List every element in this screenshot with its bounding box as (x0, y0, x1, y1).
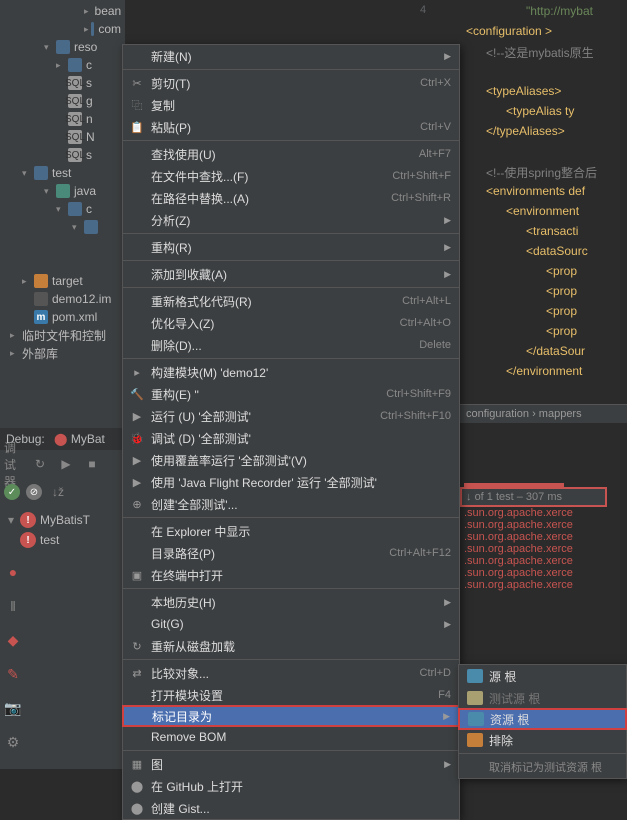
tree-item[interactable]: SQLs (0, 146, 125, 164)
menu-item[interactable]: 本地历史(H)▶ (123, 591, 459, 613)
console-line: .sun.org.apache.xerce (460, 507, 627, 519)
menu-item[interactable]: 添加到收藏(A)▶ (123, 263, 459, 285)
menu-item[interactable]: ▶运行 (U) '全部测试'Ctrl+Shift+F10 (123, 405, 459, 427)
code-editor[interactable]: "http://mybat<configuration ><!--这是mybat… (460, 0, 627, 405)
console-line: .sun.org.apache.xerce (460, 531, 627, 543)
menu-item[interactable]: ▶使用 'Java Flight Recorder' 运行 '全部测试' (123, 471, 459, 493)
test-results-tree[interactable]: ▾!MyBatisT!test (0, 506, 125, 554)
menu-item[interactable]: 在 Explorer 中显示 (123, 520, 459, 542)
menu-item[interactable]: ⊕创建'全部测试'... (123, 493, 459, 515)
camera-icon[interactable]: 📷 (4, 700, 22, 718)
menu-item[interactable]: 查找使用(U)Alt+F7 (123, 143, 459, 165)
tree-item[interactable]: ▾java (0, 182, 125, 200)
line-number: 4 (420, 4, 426, 16)
tree-item[interactable]: SQLN (0, 128, 125, 146)
menu-item[interactable]: 重新格式化代码(R)Ctrl+Alt+L (123, 290, 459, 312)
submenu-item[interactable]: 源 根 (459, 665, 626, 687)
submenu-hint[interactable]: 取消标记为测试资源 根 (459, 756, 626, 778)
debug-panel: Debug: ⬤ MyBat 调试器 ↻ ▶ ■ ✓ ⊘ ↓ž ▾!MyBati… (0, 428, 125, 554)
menu-item[interactable]: 📋粘贴(P)Ctrl+V (123, 116, 459, 138)
menu-item[interactable]: ↻重新从磁盘加载 (123, 635, 459, 657)
menu-item[interactable]: 目录路径(P)Ctrl+Alt+F12 (123, 542, 459, 564)
console-line: .sun.org.apache.xerce (460, 567, 627, 579)
settings-icon[interactable]: ⚙ (4, 734, 22, 752)
edit-icon[interactable]: ✎ (4, 666, 22, 684)
tree-item[interactable]: mpom.xml (0, 308, 125, 326)
submenu-item[interactable]: 排除 (459, 729, 626, 751)
menu-item[interactable]: 重构(R)▶ (123, 236, 459, 258)
ignore-filter-icon[interactable]: ⊘ (26, 484, 42, 500)
reload-icon[interactable]: ↻ (30, 454, 50, 474)
submenu-item[interactable]: 测试源 根 (459, 687, 626, 709)
tree-item[interactable]: SQLs (0, 74, 125, 92)
mark-directory-submenu: 源 根测试源 根资源 根排除取消标记为测试资源 根 (458, 664, 627, 779)
pause-icon[interactable]: ‖ (4, 598, 22, 616)
console-line: .sun.org.apache.xerce (460, 543, 627, 555)
tree-item[interactable]: SQLn (0, 110, 125, 128)
tree-item[interactable]: ▸bean (0, 2, 125, 20)
menu-item[interactable]: ⬤在 GitHub 上打开 (123, 775, 459, 797)
fail-icon: ! (20, 532, 36, 548)
menu-item[interactable]: ✂剪切(T)Ctrl+X (123, 72, 459, 94)
menu-item[interactable]: Git(G)▶ (123, 613, 459, 635)
tree-item[interactable]: ▾c (0, 200, 125, 218)
tree-item[interactable]: ▾test (0, 164, 125, 182)
marker-icon[interactable]: ◆ (4, 632, 22, 650)
tree-item[interactable]: ▸com (0, 20, 125, 38)
menu-item[interactable]: 🔨重构(E) ''Ctrl+Shift+F9 (123, 383, 459, 405)
console-line: .sun.org.apache.xerce (460, 579, 627, 591)
menu-item[interactable]: 新建(N)▶ (123, 45, 459, 67)
pass-filter-icon[interactable]: ✓ (4, 484, 20, 500)
menu-item[interactable]: Remove BOM (123, 726, 459, 748)
test-result-item[interactable]: ▾!MyBatisT (4, 510, 121, 530)
test-summary: ↓ of 1 test – 307 ms (460, 487, 607, 507)
debug-tab[interactable]: 调试器 (4, 454, 24, 474)
menu-item[interactable]: 标记目录为▶ (122, 705, 460, 727)
left-gutter-icons: ● ‖ ◆ ✎ 📷 ⚙ (0, 560, 24, 756)
tree-item[interactable]: ▸target (0, 272, 125, 290)
menu-item[interactable]: ⬤创建 Gist... (123, 797, 459, 819)
console-line: .sun.org.apache.xerce (460, 555, 627, 567)
breakpoint-icon[interactable]: ● (4, 564, 22, 582)
menu-item[interactable]: 分析(Z)▶ (123, 209, 459, 231)
menu-item[interactable]: 优化导入(Z)Ctrl+Alt+O (123, 312, 459, 334)
menu-item[interactable]: ▣在终端中打开 (123, 564, 459, 586)
test-result-item[interactable]: !test (4, 530, 121, 550)
context-menu: 新建(N)▶ ✂剪切(T)Ctrl+X⿻复制📋粘贴(P)Ctrl+V 查找使用(U)… (122, 44, 460, 820)
tree-item[interactable]: ▾reso (0, 38, 125, 56)
stop-icon[interactable]: ■ (82, 454, 102, 474)
tree-item[interactable]: ▸外部库 (0, 344, 125, 362)
debug-app: MyBat (71, 432, 105, 446)
menu-item[interactable]: 打开模块设置F4 (123, 684, 459, 706)
fail-icon: ! (20, 512, 36, 528)
editor-breadcrumb[interactable]: configuration › mappers (460, 404, 627, 423)
menu-item[interactable]: 🐞调试 (D) '全部测试' (123, 427, 459, 449)
tree-item[interactable]: demo12.im (0, 290, 125, 308)
menu-item[interactable]: 在路径中替换...(A)Ctrl+Shift+R (123, 187, 459, 209)
console-line: .sun.org.apache.xerce (460, 519, 627, 531)
menu-item[interactable]: ▦图▶ (123, 753, 459, 775)
tree-item[interactable]: ▸c (0, 56, 125, 74)
tree-item[interactable]: ▾ (0, 218, 125, 236)
test-output-console: ↓ of 1 test – 307 ms .sun.org.apache.xer… (460, 480, 627, 680)
menu-item[interactable]: ▸构建模块(M) 'demo12' (123, 361, 459, 383)
tree-item[interactable] (0, 254, 125, 272)
debug-toolbar: 调试器 ↻ ▶ ■ (0, 450, 125, 478)
run-icon[interactable]: ▶ (56, 454, 76, 474)
sort-icon[interactable]: ↓ž (48, 482, 68, 502)
breadcrumb-item[interactable]: configuration (466, 408, 529, 420)
menu-item[interactable]: 删除(D)...Delete (123, 334, 459, 356)
tree-item[interactable]: SQLg (0, 92, 125, 110)
menu-item[interactable]: ⿻复制 (123, 94, 459, 116)
tree-item[interactable] (0, 236, 125, 254)
menu-item[interactable]: ▶使用覆盖率运行 '全部测试'(V) (123, 449, 459, 471)
menu-item[interactable]: ⇄比较对象...Ctrl+D (123, 662, 459, 684)
submenu-item[interactable]: 资源 根 (458, 708, 627, 730)
project-tree[interactable]: ▸bean▸com▾reso▸cSQLsSQLgSQLnSQLNSQLs▾tes… (0, 0, 125, 364)
menu-item[interactable]: 在文件中查找...(F)Ctrl+Shift+F (123, 165, 459, 187)
tree-item[interactable]: ▸临时文件和控制 (0, 326, 125, 344)
breadcrumb-item[interactable]: mappers (539, 408, 582, 420)
